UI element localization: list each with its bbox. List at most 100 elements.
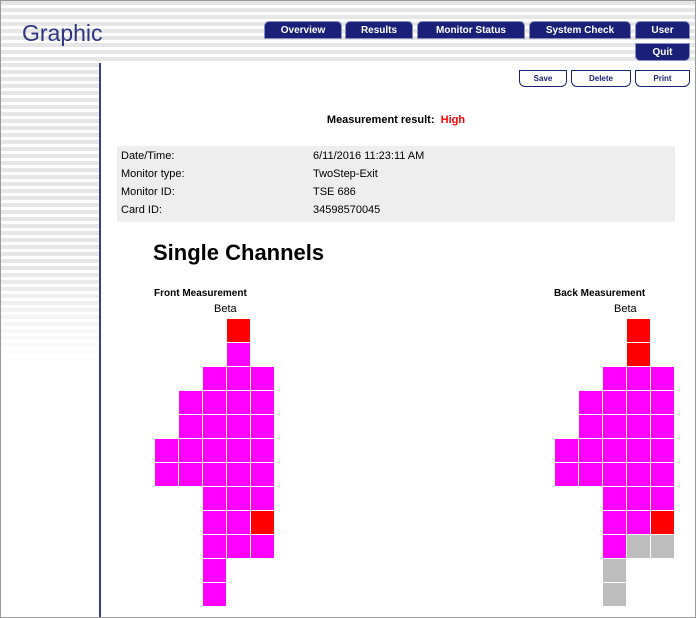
channel-cell-normal [203,559,226,582]
info-label: Monitor ID: [121,186,175,198]
channel-cell-normal [651,463,674,486]
channel-cell-inactive [603,559,626,582]
channel-cell-normal [603,439,626,462]
channel-cell-normal [579,415,602,438]
channel-cell-alarm [627,343,650,366]
channel-cell-normal [579,391,602,414]
channel-cell-normal [579,463,602,486]
result-label: Measurement result: [326,114,435,126]
channel-cell-normal [603,391,626,414]
info-label: Card ID: [121,204,162,216]
channel-cell-normal [179,463,202,486]
channel-cell-normal [251,391,274,414]
channel-cell-normal [651,367,674,390]
back-beta-label: Beta [614,303,637,315]
channel-cell-normal [627,511,650,534]
channel-cell-normal [627,415,650,438]
channel-cell-normal [251,535,274,558]
info-row-monitor-id: Monitor ID: TSE 686 [117,184,675,202]
channel-cell-normal [227,391,250,414]
channel-cell-normal [651,391,674,414]
channel-cell-normal [203,535,226,558]
info-panel: Date/Time: 6/11/2016 11:23:11 AM Monitor… [117,146,675,222]
channel-cell-normal [651,439,674,462]
channel-cell-normal [227,487,250,510]
channel-cell-normal [203,367,226,390]
channel-cell-normal [555,439,578,462]
tab-system-check[interactable]: System Check [529,21,631,39]
tab-overview[interactable]: Overview [264,21,342,39]
info-label: Monitor type: [121,168,185,180]
info-label: Date/Time: [121,150,175,162]
channel-cell-normal [651,415,674,438]
channel-cell-normal [603,535,626,558]
channel-cell-normal [179,415,202,438]
app-window: Graphic Overview Results Monitor Status … [0,0,696,618]
channel-cell-inactive [651,535,674,558]
channel-cell-alarm [651,511,674,534]
info-row-card-id: Card ID: 34598570045 [117,202,675,220]
channel-cell-normal [227,367,250,390]
channel-cell-normal [627,463,650,486]
save-button[interactable]: Save [519,70,567,87]
channel-cell-normal [603,487,626,510]
back-channel-grid [555,319,675,606]
sidebar-divider [99,63,101,617]
back-measurement-title: Back Measurement [554,288,646,299]
tab-monitor-status[interactable]: Monitor Status [417,21,525,39]
print-button[interactable]: Print [635,70,690,87]
channel-cell-normal [627,367,650,390]
front-channel-grid [155,319,275,606]
info-row-date-time: Date/Time: 6/11/2016 11:23:11 AM [117,148,675,166]
channel-cell-normal [203,511,226,534]
channel-cell-normal [155,439,178,462]
measurement-result: Measurement result: High [101,114,691,126]
channel-cell-normal [203,583,226,606]
channel-cell-inactive [603,583,626,606]
info-row-monitor-type: Monitor type: TwoStep-Exit [117,166,675,184]
app-title: Graphic [22,20,103,46]
sidebar [1,63,99,617]
channel-cell-normal [251,367,274,390]
info-value: 34598570045 [313,204,381,216]
channel-cell-normal [251,487,274,510]
quit-button[interactable]: Quit [635,43,690,61]
channel-cell-normal [555,463,578,486]
channel-cell-normal [227,343,250,366]
channel-cell-normal [651,487,674,510]
channel-cell-normal [179,391,202,414]
channel-cell-inactive [627,535,650,558]
result-value: High [440,114,466,126]
channel-cell-normal [603,463,626,486]
channel-cell-normal [155,463,178,486]
info-value: TwoStep-Exit [313,168,378,180]
channel-cell-normal [227,535,250,558]
channel-cell-normal [203,463,226,486]
channel-cell-normal [179,439,202,462]
front-measurement-title: Front Measurement [154,288,247,299]
channel-cell-normal [227,439,250,462]
channel-cell-normal [603,511,626,534]
channel-cell-normal [227,511,250,534]
channel-cell-alarm [251,511,274,534]
channel-cell-normal [203,415,226,438]
channel-cell-normal [203,487,226,510]
channel-cell-normal [203,439,226,462]
channel-cell-normal [579,439,602,462]
channel-cell-normal [627,439,650,462]
center-panel [319,343,437,591]
info-value: TSE 686 [313,186,356,198]
channel-cell-normal [627,487,650,510]
channel-cell-normal [227,463,250,486]
front-beta-label: Beta [214,303,237,315]
delete-button[interactable]: Delete [571,70,631,87]
channel-cell-normal [603,415,626,438]
channel-cell-normal [627,391,650,414]
channel-cell-normal [251,463,274,486]
channel-cell-normal [203,391,226,414]
channel-cell-normal [251,415,274,438]
tab-user[interactable]: User [635,21,690,39]
section-title: Single Channels [153,240,325,265]
channel-cell-normal [603,367,626,390]
tab-results[interactable]: Results [345,21,413,39]
